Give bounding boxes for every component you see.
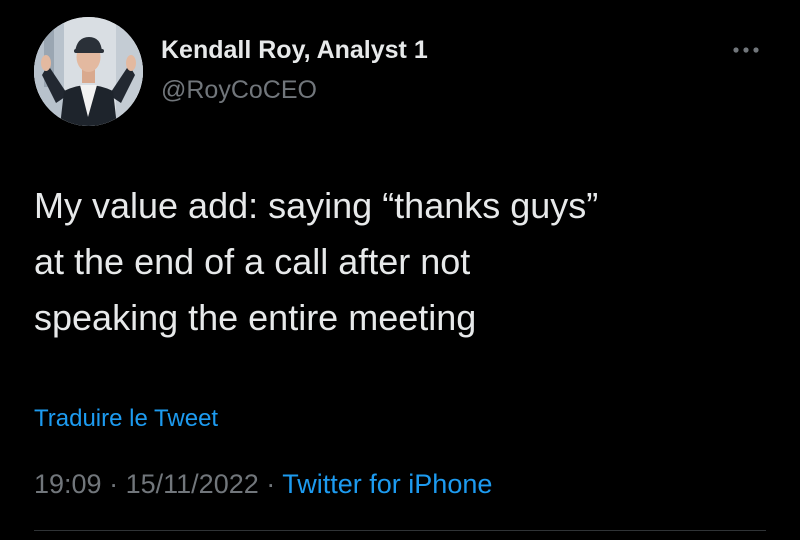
more-options-button[interactable] — [728, 40, 764, 60]
tweet-detail: Kendall Roy, Analyst 1 @RoyCoCEO My valu… — [0, 0, 800, 540]
tweet-time[interactable]: 19:09 — [34, 469, 102, 499]
tweet-text-line: My value add: saying “thanks guys” — [34, 185, 599, 226]
author-display-name[interactable]: Kendall Roy, Analyst 1 — [161, 36, 428, 65]
meta-separator: · — [266, 469, 276, 499]
profile-photo-icon — [34, 17, 143, 126]
more-options-icon — [733, 47, 759, 53]
avatar[interactable] — [34, 17, 143, 126]
tweet-text: My value add: saying “thanks guys” at th… — [34, 178, 774, 346]
author-handle[interactable]: @RoyCoCEO — [161, 76, 317, 105]
tweet-metadata: 19:09 · 15/11/2022 · Twitter for iPhone — [34, 469, 492, 500]
tweet-text-line: at the end of a call after not — [34, 241, 471, 282]
divider — [34, 530, 766, 531]
tweet-text-line: speaking the entire meeting — [34, 297, 477, 338]
tweet-source-link[interactable]: Twitter for iPhone — [282, 469, 492, 499]
translate-tweet-link[interactable]: Traduire le Tweet — [34, 405, 218, 433]
meta-separator: · — [109, 469, 119, 499]
tweet-date[interactable]: 15/11/2022 — [126, 469, 259, 499]
